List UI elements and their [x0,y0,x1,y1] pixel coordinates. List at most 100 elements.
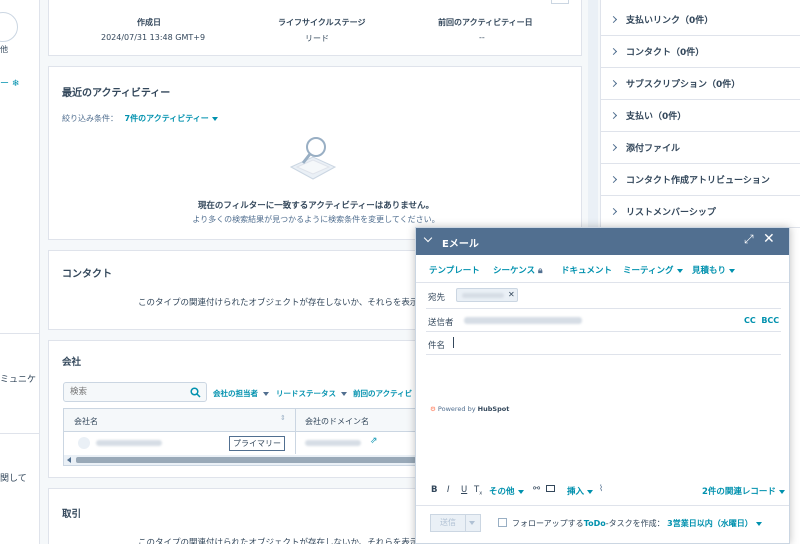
insert-button[interactable]: 挿入 [567,485,594,497]
company-logo [78,437,90,449]
caret-down-icon [341,392,348,396]
company-domain-redacted [305,440,361,446]
email-composer: Eメール ⤢ ✕ テンプレート シーケンス 🔒︎ ドキュメント ミーティング 見… [415,227,790,544]
attachment-icon[interactable]: ⌇ [599,484,603,494]
chevron-right-icon [609,175,618,184]
hubspot-sprocket-icon: ⚙︎ [430,405,436,413]
powered-by: ⚙︎ Powered by HubSpot [430,405,509,413]
subject-row[interactable]: 件名 [426,332,781,355]
column-header-name[interactable]: 会社名 [74,416,98,427]
activity-empty-title: 現在のフィルターに一致するアクティビティーはありません。 [197,201,435,211]
to-label: 宛先 [428,293,446,303]
right-panel-item[interactable]: 支払い（0件） [601,100,800,132]
documents-button[interactable]: ドキュメント [561,264,612,276]
left-fragment-mid: ミュニケ [0,375,37,385]
summary-corner-button[interactable] [551,0,569,4]
chevron-right-icon [609,111,618,120]
scroll-left-arrow[interactable] [67,457,71,463]
expand-icon[interactable]: ⤢ [744,232,754,247]
company-search[interactable] [63,382,207,402]
powered-by-label: Powered by [437,405,476,413]
filter-owner[interactable]: 会社の担当者 [213,388,270,399]
right-panel-item[interactable]: サブスクリプション（0件） [601,68,800,100]
search-icon[interactable] [190,387,201,398]
email-toolbar: テンプレート シーケンス 🔒︎ ドキュメント ミーティング 見積もり [416,255,789,283]
quotes-label: 見積もり [692,266,727,276]
external-link-icon[interactable]: ⇗ [370,436,378,446]
followup-checkbox[interactable] [498,518,507,527]
followup-todo-dropdown[interactable]: ToDo [584,519,606,528]
right-panel-item[interactable]: 添付ファイル [601,132,800,164]
left-fragment-top: 他 [0,45,8,54]
email-header[interactable]: Eメール ⤢ ✕ [416,228,789,255]
left-divider [0,433,40,434]
left-divider [0,333,40,334]
primary-badge: プライマリー [229,436,285,451]
caret-down-icon [778,489,785,494]
cc-bcc-button[interactable]: CC BCC [744,316,779,325]
scrollbar-thumb[interactable] [76,457,416,463]
chevron-right-icon [609,143,618,152]
created-label: 作成日 [137,18,161,27]
company-name-redacted [96,440,162,446]
quotes-button[interactable]: 見積もり [692,264,736,276]
caret-down-icon [211,116,218,121]
clear-format-button[interactable]: Tx [474,485,482,497]
sort-icon[interactable]: ⇕ [280,414,286,422]
summary-card: 作成日 2024/07/31 13:48 GMT+9 ライフサイクルステージ リ… [48,0,582,56]
lock-icon: 🔒︎ [538,266,543,276]
underline-button[interactable]: U [461,485,467,495]
subject-cursor [453,337,454,348]
right-panel-item[interactable]: コンタクト（0件） [601,36,800,68]
activity-filter: 絞り込み条件： 7件のアクティビティー [62,113,218,124]
bold-button[interactable]: B [431,485,437,495]
filter-owner-label: 会社の担当者 [213,389,258,398]
remove-recipient-icon[interactable]: ✕ [508,290,515,299]
sequences-button[interactable]: シーケンス 🔒︎ [493,264,543,276]
related-records-button[interactable]: 2件の関連レコード [702,485,785,497]
search-input[interactable] [64,383,174,401]
sequences-label: シーケンス [493,266,536,276]
filter-lead-status[interactable]: リードステータス [276,388,348,399]
recipient-redacted [462,293,504,298]
column-header-domain[interactable]: 会社のドメイン名 [305,416,369,427]
send-options-button[interactable] [465,514,481,532]
collapse-chevron-icon[interactable] [423,233,433,243]
from-row: 送信者 CC BCC [426,309,781,332]
caret-down-icon [263,392,270,396]
more-format-label: その他 [489,487,515,497]
image-icon[interactable] [546,485,555,492]
right-panel-item-label: 支払い（0件） [626,112,687,122]
contacts-empty: このタイプの関連付けられたオブジェクトが存在しないか、それらを表示す [138,298,427,308]
right-panel-item[interactable]: コンタクト作成アトリビューション [601,164,800,196]
insert-label: 挿入 [567,487,585,497]
followup-when-dropdown[interactable]: 3営業日以内（水曜日） [667,519,762,528]
right-panel-item[interactable]: 支払いリンク（0件） [601,4,800,36]
left-action-icon[interactable]: ー ❄ [0,76,19,89]
activity-card: 最近のアクティビティー 絞り込み条件： 7件のアクティビティー 現在のフィルター… [48,66,582,240]
recipient-chip[interactable]: ✕ [456,288,518,302]
from-redacted[interactable] [464,317,582,324]
from-label: 送信者 [428,318,454,328]
lifecycle-value: リード [305,34,329,43]
hubspot-wordmark: HubSpot [477,405,510,413]
close-icon[interactable]: ✕ [763,231,775,247]
filter-last-activity[interactable]: 前回のアクティビ [353,388,412,399]
to-row: 宛先 ✕ [426,283,781,309]
left-fragment-low: 関して [0,474,27,484]
last-activity-value: -- [479,33,485,42]
email-body[interactable] [426,356,781,476]
link-icon[interactable]: ⚯ [533,484,540,494]
send-button[interactable]: 送信 [430,514,466,532]
related-records-label: 2件の関連レコード [702,487,776,497]
filter-dropdown[interactable]: 7件のアクティビティー [125,114,218,123]
activity-empty-desc: より多くの検索結果が見つかるように検索条件を変更してください。 [192,215,440,224]
italic-button[interactable]: I [447,485,450,495]
followup-when-label: 3営業日以内（水曜日） [667,519,753,528]
meetings-button[interactable]: ミーティング [623,264,683,276]
right-panel-item-label: コンタクト（0件） [626,48,705,58]
chevron-right-icon [609,15,618,24]
more-format-button[interactable]: その他 [489,485,524,497]
right-panel-item[interactable]: リストメンバーシップ [601,196,800,228]
templates-button[interactable]: テンプレート [429,264,480,276]
